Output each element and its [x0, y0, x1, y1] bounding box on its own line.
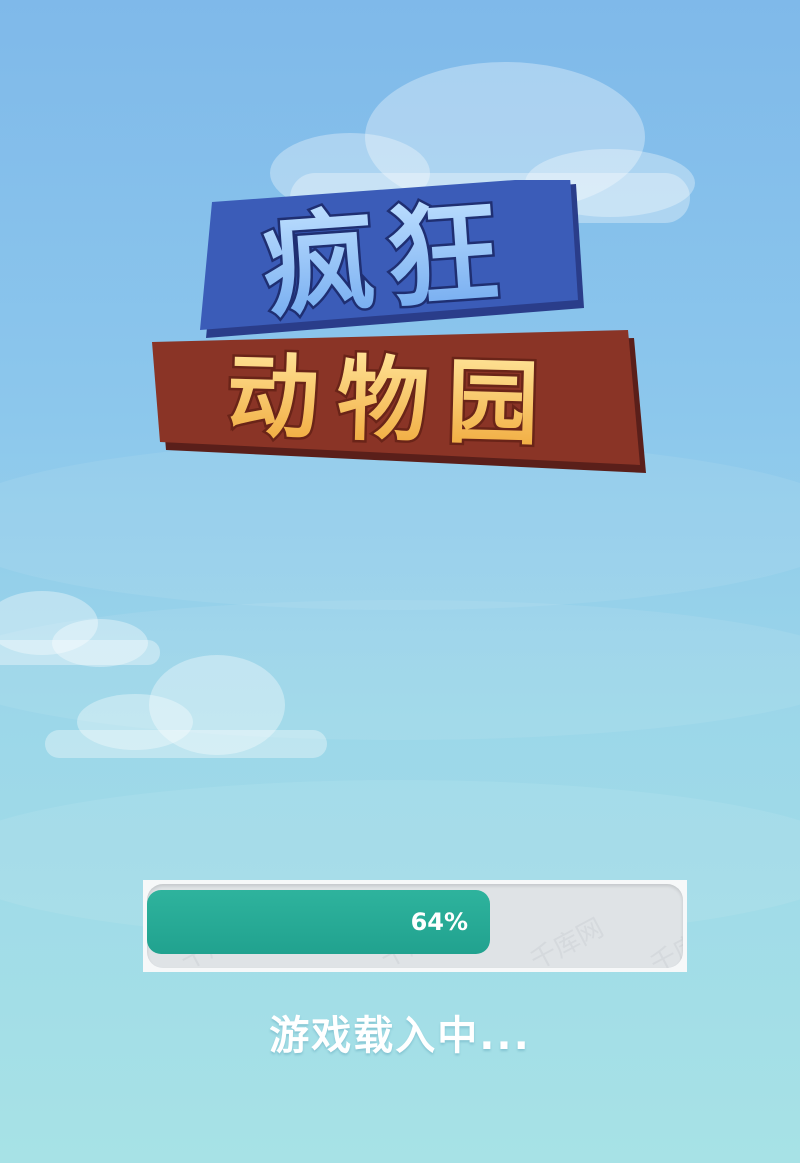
progress-fill: 64%	[147, 890, 491, 954]
logo-title-line1: 疯狂	[258, 187, 514, 334]
loading-status-text: 游戏载入中...	[269, 1013, 531, 1059]
game-loading-screen: 疯狂 动物园 千库网 千库网 千库网 千库网 64% 游戏载入中...	[0, 0, 800, 1163]
watermark-text: 千库网	[525, 913, 609, 968]
progress-track: 千库网 千库网 千库网 千库网 64%	[147, 884, 683, 968]
watermark-text: 千库网	[645, 917, 683, 968]
progress-percent: 64%	[410, 908, 469, 936]
game-logo: 疯狂 动物园	[152, 180, 646, 473]
logo-title-line2: 动物园	[226, 343, 559, 459]
loading-bar-frame: 千库网 千库网 千库网 千库网 64%	[143, 880, 687, 972]
cloud-left-lower	[45, 655, 327, 758]
